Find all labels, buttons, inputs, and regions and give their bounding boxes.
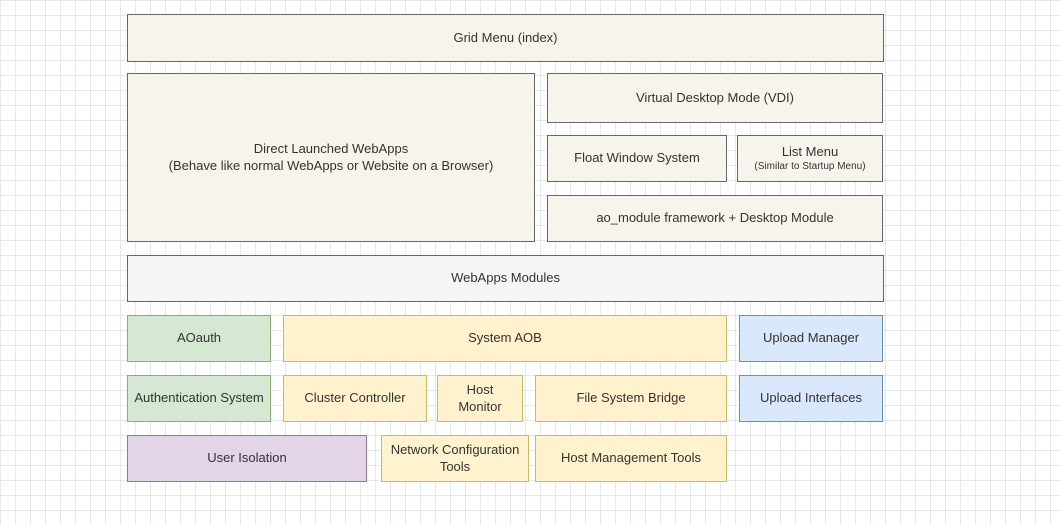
box-file-system-bridge-label: File System Bridge — [576, 390, 685, 407]
box-cluster-controller: Cluster Controller — [283, 375, 427, 422]
box-user-isolation-label: User Isolation — [207, 450, 286, 467]
box-upload-interfaces-label: Upload Interfaces — [760, 390, 862, 407]
box-list-menu-sublabel: (Similar to Startup Menu) — [754, 160, 865, 173]
box-direct-launched-webapps-sublabel: (Behave like normal WebApps or Website o… — [169, 158, 494, 175]
box-direct-launched-webapps-label: Direct Launched WebApps — [254, 141, 408, 158]
box-list-menu: List Menu (Similar to Startup Menu) — [737, 135, 883, 182]
box-aoauth-label: AOauth — [177, 330, 221, 347]
box-virtual-desktop-mode: Virtual Desktop Mode (VDI) — [547, 73, 883, 123]
box-aoauth: AOauth — [127, 315, 271, 362]
box-file-system-bridge: File System Bridge — [535, 375, 727, 422]
box-upload-interfaces: Upload Interfaces — [739, 375, 883, 422]
box-upload-manager-label: Upload Manager — [763, 330, 859, 347]
box-list-menu-label: List Menu — [782, 144, 838, 161]
box-host-monitor: Host Monitor — [437, 375, 523, 422]
box-network-configuration-tools-label: Network Configuration Tools — [388, 442, 522, 476]
box-grid-menu: Grid Menu (index) — [127, 14, 884, 62]
box-webapps-modules-label: WebApps Modules — [451, 270, 560, 287]
box-webapps-modules: WebApps Modules — [127, 255, 884, 302]
box-authentication-system: Authentication System — [127, 375, 271, 422]
box-virtual-desktop-mode-label: Virtual Desktop Mode (VDI) — [636, 90, 794, 107]
box-upload-manager: Upload Manager — [739, 315, 883, 362]
diagram-canvas: Grid Menu (index) Direct Launched WebApp… — [0, 0, 1061, 525]
box-host-management-tools: Host Management Tools — [535, 435, 727, 482]
box-ao-module-framework-label: ao_module framework + Desktop Module — [596, 210, 833, 227]
box-grid-menu-label: Grid Menu (index) — [453, 30, 557, 47]
box-direct-launched-webapps: Direct Launched WebApps (Behave like nor… — [127, 73, 535, 242]
box-system-aob: System AOB — [283, 315, 727, 362]
box-user-isolation: User Isolation — [127, 435, 367, 482]
box-system-aob-label: System AOB — [468, 330, 542, 347]
box-ao-module-framework: ao_module framework + Desktop Module — [547, 195, 883, 242]
box-host-monitor-label: Host Monitor — [444, 382, 516, 416]
box-float-window-system: Float Window System — [547, 135, 727, 182]
box-network-configuration-tools: Network Configuration Tools — [381, 435, 529, 482]
box-host-management-tools-label: Host Management Tools — [561, 450, 701, 467]
box-float-window-system-label: Float Window System — [574, 150, 700, 167]
box-cluster-controller-label: Cluster Controller — [304, 390, 405, 407]
box-authentication-system-label: Authentication System — [134, 390, 263, 407]
